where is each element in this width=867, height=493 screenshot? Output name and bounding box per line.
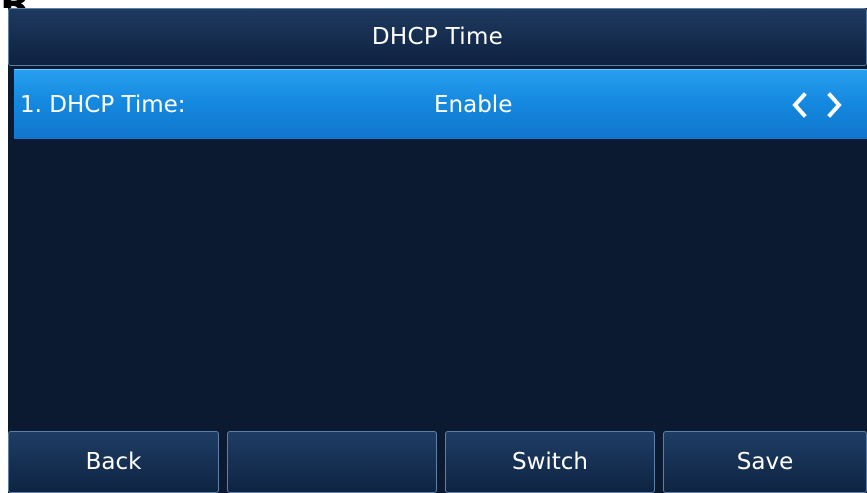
phone-screen: DHCP Time 1. DHCP Time: Enable Back Swit… [8,8,867,493]
page-title: DHCP Time [371,24,504,50]
chevron-left-icon[interactable] [790,92,810,118]
save-button[interactable]: Save [663,431,867,493]
corner-artifact: R [0,0,40,8]
chevron-right-icon[interactable] [824,92,844,118]
title-bar: DHCP Time [8,8,867,66]
empty-softkey[interactable] [227,431,437,493]
setting-row-dhcp-time[interactable]: 1. DHCP Time: Enable [14,69,867,139]
softkey-bar: Back Switch Save [8,431,867,493]
setting-value[interactable]: Enable [434,70,512,140]
setting-label: 1. DHCP Time: [20,92,186,118]
switch-button[interactable]: Switch [445,431,655,493]
back-button[interactable]: Back [8,431,219,493]
